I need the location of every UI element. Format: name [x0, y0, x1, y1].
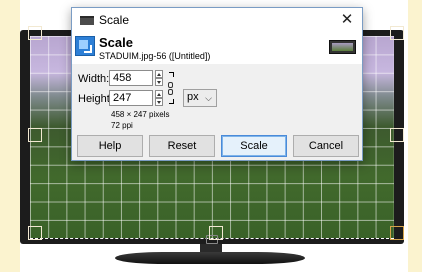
width-increment-icon[interactable]: [155, 70, 163, 78]
height-field[interactable]: [109, 90, 153, 106]
window-icon: [80, 16, 94, 25]
width-field[interactable]: [109, 70, 153, 86]
header-title: Scale: [99, 35, 133, 50]
chain-link-upper: [168, 82, 173, 88]
reset-button-label: Reset: [167, 140, 197, 152]
cancel-button-label: Cancel: [308, 140, 344, 152]
transform-handle-bottom-left[interactable]: [28, 226, 42, 240]
scale-dialog: Scale ✕ Scale STADUIM.jpg-56 ([Untitled]…: [71, 7, 363, 161]
unit-select-value: px: [187, 91, 199, 103]
dialog-window-title: Scale: [99, 13, 130, 27]
dialog-header: Scale STADUIM.jpg-56 ([Untitled]): [72, 32, 362, 64]
reset-button[interactable]: Reset: [149, 135, 215, 157]
transform-handle-middle-left[interactable]: [28, 128, 42, 142]
help-button[interactable]: Help: [77, 135, 143, 157]
transform-handle-top-right[interactable]: [390, 26, 404, 40]
transform-handle-middle-right[interactable]: [390, 128, 404, 142]
width-label: Width:: [78, 73, 110, 85]
close-icon[interactable]: ✕: [338, 11, 356, 29]
help-button-label: Help: [98, 140, 122, 152]
chain-bracket-bottom: [169, 99, 174, 104]
transform-handle-bottom-center[interactable]: [209, 226, 223, 240]
unit-select[interactable]: px ⌵: [183, 89, 217, 107]
canvas-margin-left: [0, 0, 20, 272]
height-label: Height:: [78, 93, 113, 105]
width-spinner[interactable]: [155, 70, 163, 86]
image-thumbnail: [329, 40, 356, 54]
width-decrement-icon[interactable]: [155, 78, 163, 86]
cancel-button[interactable]: Cancel: [293, 135, 359, 157]
dialog-titlebar[interactable]: Scale ✕: [72, 8, 362, 32]
resolution-info: 72 ppi: [111, 121, 133, 130]
canvas-margin-right: [408, 0, 422, 272]
chevron-down-icon: ⌵: [205, 93, 212, 103]
header-subtitle: STADUIM.jpg-56 ([Untitled]): [99, 51, 211, 61]
scale-button-label: Scale: [240, 140, 268, 152]
tv-stand-base: [115, 252, 305, 264]
height-spinner[interactable]: [155, 90, 163, 106]
chain-link-icon[interactable]: [167, 72, 175, 104]
transform-handle-bottom-right[interactable]: [390, 226, 404, 240]
chain-bracket-top: [169, 72, 174, 77]
scale-button[interactable]: Scale: [221, 135, 287, 157]
size-info: 458 × 247 pixels: [111, 110, 170, 119]
height-decrement-icon[interactable]: [155, 98, 163, 106]
height-increment-icon[interactable]: [155, 90, 163, 98]
transform-handle-top-left[interactable]: [28, 26, 42, 40]
chain-link-lower: [168, 89, 173, 95]
scale-image-icon: [75, 36, 95, 56]
